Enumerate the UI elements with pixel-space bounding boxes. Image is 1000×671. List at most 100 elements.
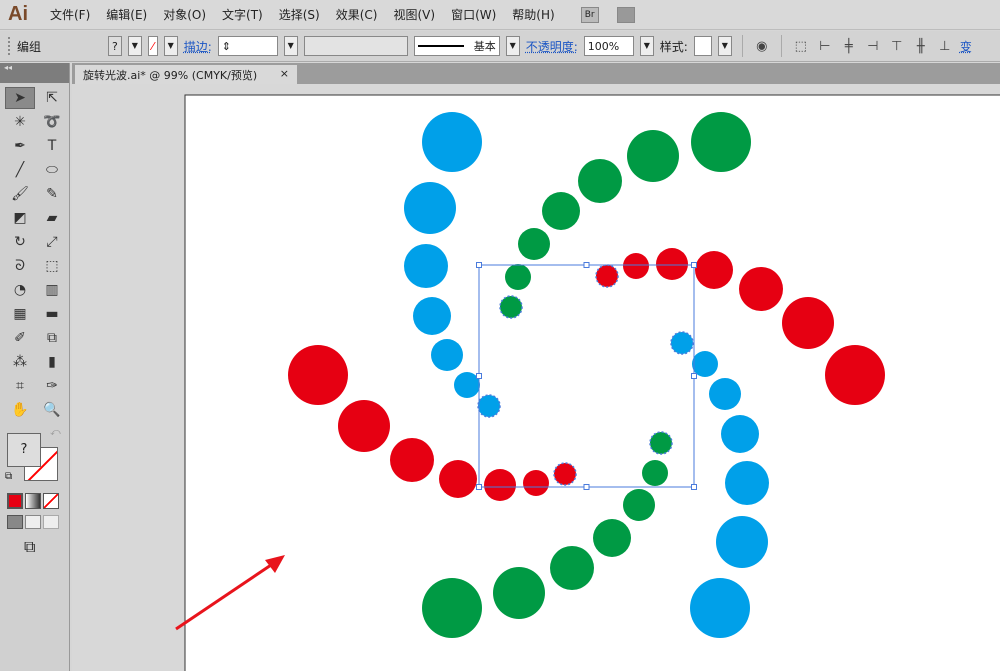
red-circle[interactable] [288, 345, 348, 405]
fill-dropdown[interactable]: ▼ [127, 36, 142, 56]
magic-wand-tool-icon[interactable]: ✳ [5, 111, 35, 133]
resize-handle[interactable] [476, 484, 482, 490]
zoom-tool-icon[interactable]: 🔍 [37, 399, 67, 421]
align-right-icon[interactable]: ⊣ [864, 37, 882, 55]
recolor-artwork-icon[interactable]: ◉ [753, 37, 771, 55]
resize-handle[interactable] [691, 262, 697, 268]
artboard-tool-icon[interactable]: ⌗ [5, 375, 35, 397]
resize-handle[interactable] [583, 484, 590, 490]
bridge-button[interactable]: Br [580, 6, 599, 23]
red-circle[interactable] [338, 400, 390, 452]
fill-box[interactable]: ? [7, 433, 41, 467]
slice-tool-icon[interactable]: ✑ [37, 375, 67, 397]
none-button[interactable] [43, 493, 59, 509]
blue-circle[interactable] [670, 331, 694, 355]
rotate-tool-icon[interactable]: ↻ [5, 231, 35, 253]
mesh-tool-icon[interactable]: ▦ [5, 303, 35, 325]
red-circle[interactable] [825, 345, 885, 405]
style-dropdown[interactable]: ▼ [717, 36, 732, 56]
opacity-dropdown[interactable]: ▼ [639, 36, 654, 56]
style-swatch[interactable] [693, 36, 712, 56]
blue-circle[interactable] [721, 415, 759, 453]
ellipse-tool-icon[interactable]: ⬭ [37, 159, 67, 181]
green-circle[interactable] [422, 578, 482, 638]
shape-builder-tool-icon[interactable]: ◔ [5, 279, 35, 301]
red-circle[interactable] [523, 470, 549, 496]
menu-item[interactable]: 编辑(E) [98, 6, 155, 23]
resize-handle[interactable] [476, 262, 482, 268]
collapse-icon[interactable]: ◂◂ [0, 63, 69, 83]
brush-dropdown[interactable]: ▼ [505, 36, 520, 56]
warp-tool-icon[interactable]: ᘐ [5, 255, 35, 277]
free-transform-tool-icon[interactable]: ⬚ [37, 255, 67, 277]
pencil-tool-icon[interactable]: ✎ [37, 183, 67, 205]
swap-icon[interactable]: ⤺ [50, 427, 61, 438]
menu-item[interactable]: 选择(S) [271, 6, 328, 23]
align-bottom-icon[interactable]: ⊥ [936, 37, 954, 55]
green-circle[interactable] [691, 112, 751, 172]
menu-item[interactable]: 帮助(H) [504, 6, 562, 23]
green-circle[interactable] [493, 567, 545, 619]
align-hcenter-icon[interactable]: ╪ [840, 37, 858, 55]
resize-handle[interactable] [691, 373, 697, 379]
menu-item[interactable]: 视图(V) [385, 6, 443, 23]
green-circle[interactable] [542, 192, 580, 230]
stroke-swatch[interactable]: ⁄ [147, 36, 158, 56]
red-circle[interactable] [595, 264, 619, 288]
align-to-icon[interactable]: ⬚ [792, 37, 810, 55]
blue-circle[interactable] [413, 297, 451, 335]
green-circle[interactable] [623, 489, 655, 521]
draw-inside-icon[interactable] [43, 515, 59, 529]
eyedropper-tool-icon[interactable]: ✐ [5, 327, 35, 349]
stroke-dropdown[interactable]: ▼ [163, 36, 178, 56]
red-circle[interactable] [782, 297, 834, 349]
align-top-icon[interactable]: ⊤ [888, 37, 906, 55]
opacity-input[interactable]: 100% [583, 36, 634, 56]
document-tab[interactable]: 旋转光波.ai* @ 99% (CMYK/预览) × [75, 65, 297, 84]
align-vcenter-icon[interactable]: ╫ [912, 37, 930, 55]
screen-mode-icon[interactable]: ⧉ [24, 537, 69, 557]
selection-tool-icon[interactable]: ➤ [5, 87, 35, 109]
stroke-weight-dropdown[interactable]: ▼ [283, 36, 298, 56]
red-circle[interactable] [656, 248, 688, 280]
red-circle[interactable] [695, 251, 733, 289]
resize-handle[interactable] [691, 484, 697, 490]
menu-item[interactable]: 对象(O) [155, 6, 214, 23]
menu-item[interactable]: 文字(T) [214, 6, 271, 23]
pen-tool-icon[interactable]: ✒ [5, 135, 35, 157]
draw-behind-icon[interactable] [25, 515, 41, 529]
canvas-area[interactable] [72, 84, 1000, 671]
resize-handle[interactable] [583, 262, 590, 268]
brush-definition[interactable]: 基本 [413, 36, 500, 56]
blue-circle[interactable] [422, 112, 482, 172]
red-circle[interactable] [484, 469, 516, 501]
green-circle[interactable] [649, 431, 673, 455]
green-circle[interactable] [518, 228, 550, 260]
gradient-button[interactable] [25, 493, 41, 509]
color-button[interactable] [7, 493, 23, 509]
align-left-icon[interactable]: ⊢ [816, 37, 834, 55]
green-circle[interactable] [642, 460, 668, 486]
green-circle[interactable] [505, 264, 531, 290]
green-circle[interactable] [578, 159, 622, 203]
symbol-sprayer-tool-icon[interactable]: ⁂ [5, 351, 35, 373]
blend-tool-icon[interactable]: ⧉ [37, 327, 67, 349]
blue-circle[interactable] [404, 182, 456, 234]
menu-item[interactable]: 窗口(W) [443, 6, 504, 23]
scale-tool-icon[interactable]: ⤢ [37, 231, 67, 253]
blue-circle[interactable] [725, 461, 769, 505]
opacity-label[interactable]: 不透明度: [526, 38, 578, 55]
draw-normal-icon[interactable] [7, 515, 23, 529]
eraser-tool-icon[interactable]: ▰ [37, 207, 67, 229]
resize-handle[interactable] [476, 373, 482, 379]
workspace-button[interactable] [616, 6, 635, 23]
close-tab-button[interactable]: × [280, 67, 289, 82]
type-tool-icon[interactable]: T [37, 135, 67, 157]
blue-circle[interactable] [404, 244, 448, 288]
blob-brush-tool-icon[interactable]: ◩ [5, 207, 35, 229]
green-circle[interactable] [499, 295, 523, 319]
variable-width-dropdown[interactable] [303, 36, 408, 56]
blue-circle[interactable] [477, 394, 501, 418]
green-circle[interactable] [550, 546, 594, 590]
perspective-grid-tool-icon[interactable]: ▥ [37, 279, 67, 301]
